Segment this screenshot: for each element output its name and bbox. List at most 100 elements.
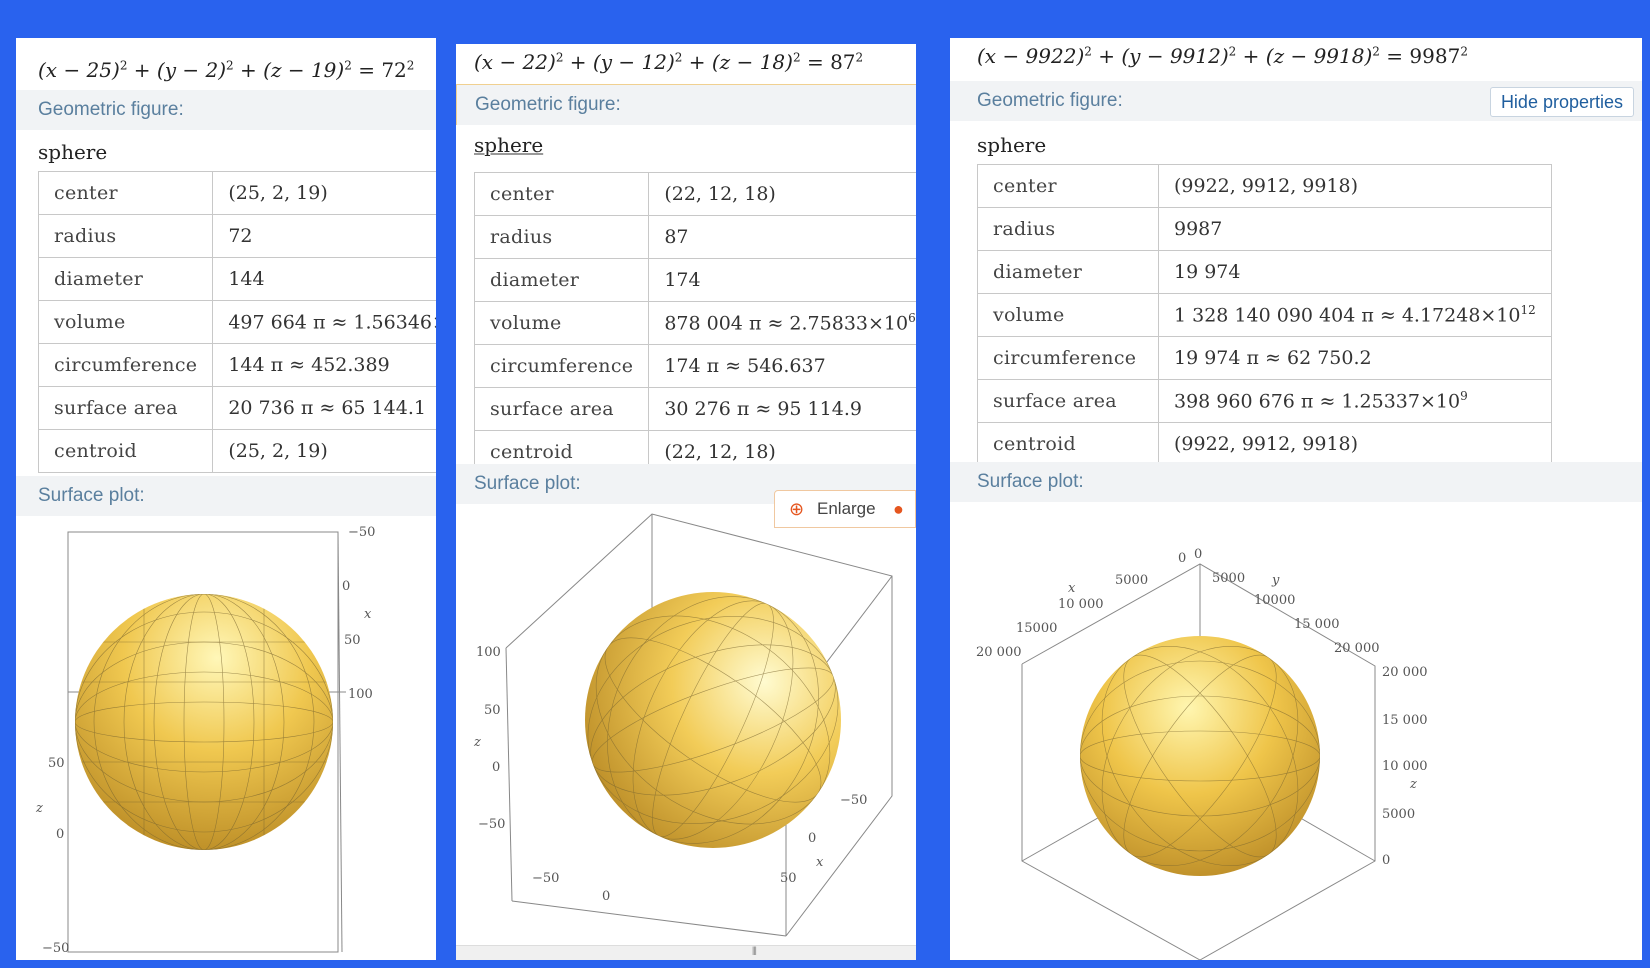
properties-table: center (25, 2, 19) radius 72 diameter 144 volu… bbox=[37, 171, 436, 473]
property-label: radius bbox=[977, 207, 1159, 251]
tick-label: 0 bbox=[602, 889, 610, 904]
tick-label: 5000 bbox=[1115, 573, 1148, 588]
equation: (x − 22)2 + (y − 12)2 + (z − 18)2 = 872 bbox=[474, 50, 864, 74]
hide-properties-button[interactable]: Hide properties bbox=[1489, 87, 1634, 117]
property-label: circumference bbox=[473, 344, 650, 388]
property-label: centroid bbox=[977, 422, 1159, 466]
tick-label: 50 bbox=[780, 871, 797, 886]
property-row-diameter: diameter 144 bbox=[37, 257, 436, 301]
property-value: 20 736 π ≈ 65 144.1 bbox=[212, 386, 436, 430]
property-row-volume: volume497 664 π ≈ 1.56346×106 bbox=[37, 300, 436, 344]
property-value: 19 974 π ≈ 62 750.2 bbox=[1158, 336, 1552, 380]
property-label: surface area bbox=[977, 379, 1159, 423]
property-label: centroid bbox=[37, 429, 214, 473]
property-row-centroid: centroid (25, 2, 19) bbox=[37, 429, 436, 473]
property-row-circumference: circumference 19 974 π ≈ 62 750.2 bbox=[977, 336, 1552, 380]
tick-label: 15 000 bbox=[1294, 617, 1340, 632]
property-value: (25, 2, 19) bbox=[212, 429, 436, 473]
horizontal-scrollbar[interactable]: ◂ ⦀ bbox=[456, 945, 916, 960]
result-panel-1: (x − 25)2 + (y − 2)2 + (z − 19)2 = 722 G… bbox=[16, 38, 436, 960]
property-label: circumference bbox=[37, 343, 214, 387]
surface-plot[interactable]: 0 5000 x 10 000 15000 20 000 0 5000 y 10… bbox=[950, 504, 1642, 960]
tick-label: 5000 bbox=[1382, 807, 1415, 822]
sphere-shape bbox=[585, 592, 841, 848]
scroll-thumb-grip-icon[interactable]: ⦀ bbox=[752, 946, 757, 959]
figure-name: sphere bbox=[977, 133, 1047, 157]
sphere-shape bbox=[75, 594, 333, 850]
property-value: 72 bbox=[212, 214, 436, 258]
tick-label: 50 bbox=[48, 756, 65, 771]
tick-label: 5000 bbox=[1212, 571, 1245, 586]
property-label: volume bbox=[37, 300, 214, 344]
property-value: 174 π ≈ 546.637 bbox=[648, 344, 916, 388]
property-value: 1 328 140 090 404 π ≈ 4.17248×1012 bbox=[1158, 293, 1552, 337]
axis-label-z: z bbox=[35, 801, 43, 816]
tick-label: −50 bbox=[42, 941, 69, 956]
tick-label: 0 bbox=[1382, 853, 1390, 868]
property-value: 497 664 π ≈ 1.56346×106 bbox=[212, 300, 436, 344]
property-row-surface-area: surface area 30 276 π ≈ 95 114.9 bbox=[473, 387, 916, 431]
result-panel-2: (x − 22)2 + (y − 12)2 + (z − 18)2 = 872 … bbox=[456, 44, 916, 960]
tick-label: 0 bbox=[1194, 547, 1202, 562]
result-panel-3: (x − 9922)2 + (y − 9912)2 + (z − 9918)2 … bbox=[950, 38, 1642, 960]
tick-label: 10 000 bbox=[1058, 597, 1104, 612]
property-row-radius: radius 87 bbox=[473, 215, 916, 259]
tick-label: 20 000 bbox=[1382, 665, 1428, 680]
pod-header-geometric-figure: Geometric figure: bbox=[16, 90, 436, 130]
property-row-center: center (9922, 9912, 9918) bbox=[977, 164, 1552, 208]
tick-label: −50 bbox=[840, 793, 867, 808]
property-label: surface area bbox=[37, 386, 214, 430]
property-row-volume: volume 1 328 140 090 404 π ≈ 4.17248×1012 bbox=[977, 293, 1552, 337]
tick-label: 50 bbox=[484, 703, 501, 718]
axis-label-z: z bbox=[473, 735, 481, 750]
surface-plot[interactable]: 100 50 z 0 −50 −50 0 x 50 −50 0 bbox=[456, 506, 916, 946]
property-row-circumference: circumference 144 π ≈ 452.389 bbox=[37, 343, 436, 387]
pod-header-surface-plot: Surface plot: bbox=[16, 476, 436, 516]
property-row-radius: radius 9987 bbox=[977, 207, 1552, 251]
property-row-radius: radius 72 bbox=[37, 214, 436, 258]
tick-label: 10000 bbox=[1254, 593, 1295, 608]
property-label: diameter bbox=[37, 257, 214, 301]
property-value: (9922, 9912, 9918) bbox=[1158, 164, 1552, 208]
property-value: 87 bbox=[648, 215, 916, 259]
property-label: circumference bbox=[977, 336, 1159, 380]
figure-name: sphere bbox=[38, 140, 108, 164]
property-row-centroid: centroid (9922, 9912, 9918) bbox=[977, 422, 1552, 466]
property-value: 174 bbox=[648, 258, 916, 302]
property-label: diameter bbox=[977, 250, 1159, 294]
property-row-circumference: circumference 174 π ≈ 546.637 bbox=[473, 344, 916, 388]
tick-label: 50 bbox=[344, 633, 361, 648]
property-value: (25, 2, 19) bbox=[212, 171, 436, 215]
property-label: diameter bbox=[473, 258, 650, 302]
pod-header-geometric-figure: Geometric figure: bbox=[456, 84, 916, 125]
property-row-volume: volume 878 004 π ≈ 2.75833×106 bbox=[473, 301, 916, 345]
figure-name[interactable]: sphere bbox=[474, 133, 543, 157]
properties-table: center (9922, 9912, 9918) radius 9987 diamet… bbox=[977, 164, 1552, 466]
property-value: (22, 12, 18) bbox=[648, 172, 916, 216]
property-row-center: center (22, 12, 18) bbox=[473, 172, 916, 216]
axis-label-z: z bbox=[1409, 777, 1417, 792]
surface-plot[interactable]: −50 0 x 50 100 50 z 0 −50 bbox=[16, 522, 436, 960]
tick-label: 0 bbox=[56, 827, 64, 842]
property-label: center bbox=[37, 171, 214, 215]
pod-header-surface-plot: Surface plot: bbox=[950, 462, 1642, 502]
property-value: 144 π ≈ 452.389 bbox=[212, 343, 436, 387]
axis-label-y: y bbox=[1271, 573, 1280, 588]
property-row-surface-area: surface area 20 736 π ≈ 65 144.1 bbox=[37, 386, 436, 430]
property-label: volume bbox=[977, 293, 1159, 337]
tick-label: −50 bbox=[478, 817, 505, 832]
tick-label: 100 bbox=[348, 687, 373, 702]
property-row-surface-area: surface area 398 960 676 π ≈ 1.25337×109 bbox=[977, 379, 1552, 423]
equation: (x − 25)2 + (y − 2)2 + (z − 19)2 = 722 bbox=[38, 58, 415, 82]
property-label: radius bbox=[37, 214, 214, 258]
property-row-diameter: diameter 174 bbox=[473, 258, 916, 302]
property-row-diameter: diameter 19 974 bbox=[977, 250, 1552, 294]
property-label: center bbox=[977, 164, 1159, 208]
tick-label: 15000 bbox=[1016, 621, 1057, 636]
property-value: (9922, 9912, 9918) bbox=[1158, 422, 1552, 466]
property-value: 30 276 π ≈ 95 114.9 bbox=[648, 387, 916, 431]
tick-label: 10 000 bbox=[1382, 759, 1428, 774]
tick-label: 0 bbox=[808, 831, 816, 846]
tick-label: 15 000 bbox=[1382, 713, 1428, 728]
sphere-shape bbox=[1080, 636, 1320, 876]
